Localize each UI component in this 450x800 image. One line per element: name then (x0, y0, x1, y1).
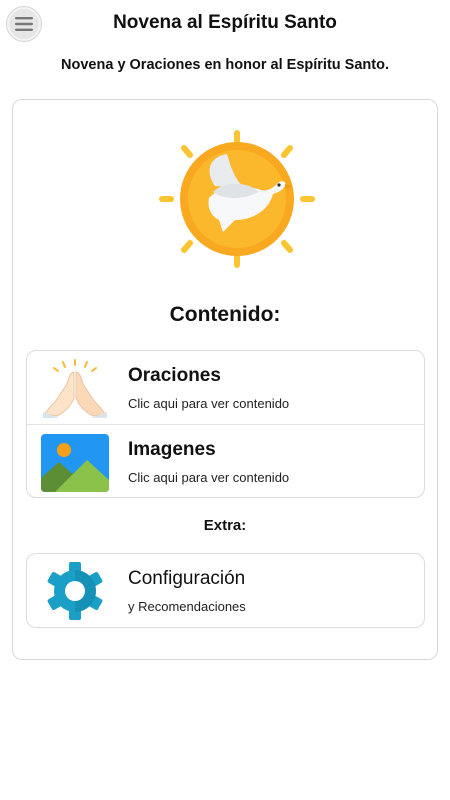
praying-hands-icon (43, 358, 107, 418)
configuracion-subtitle: y Recomendaciones (128, 598, 246, 614)
oraciones-subtitle: Clic aqui para ver contenido (128, 395, 290, 411)
extra-label: Extra: (203, 517, 247, 534)
oraciones-title: Oraciones (128, 364, 221, 386)
oraciones-item[interactable]: Oraciones Clic aqui para ver contenido (27, 351, 424, 424)
imagenes-item[interactable]: Imagenes Clic aqui para ver contenido (27, 424, 424, 498)
extra-list: Configuración y Recomendaciones (26, 553, 425, 628)
page-subtitle: Novena y Oraciones en honor al Espíritu … (61, 57, 389, 73)
imagenes-subtitle: Clic aqui para ver contenido (128, 469, 290, 485)
content-list: Oraciones Clic aqui para ver contenido I… (26, 350, 425, 498)
gear-icon (47, 561, 103, 620)
section-title: Contenido: (169, 303, 281, 326)
dove-sun-icon (159, 130, 315, 268)
image-gallery-icon (41, 433, 109, 492)
imagenes-title: Imagenes (128, 438, 216, 460)
configuracion-item[interactable]: Configuración y Recomendaciones (27, 554, 424, 627)
content-card: Contenido: Oraciones Clic aqui para ver … (12, 99, 438, 660)
app-title: Novena al Espíritu Santo (113, 12, 337, 33)
configuracion-title: Configuración (128, 567, 246, 589)
